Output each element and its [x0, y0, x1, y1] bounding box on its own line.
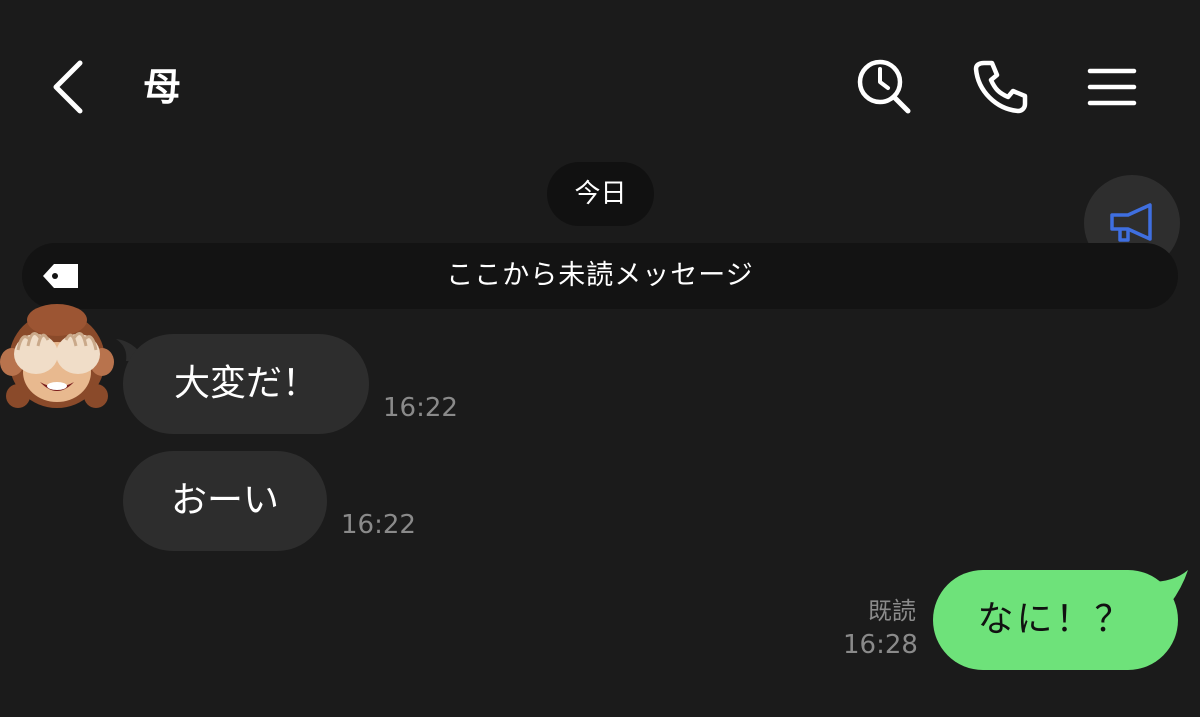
menu-icon [1087, 68, 1137, 106]
chat-title: 母 [143, 65, 182, 109]
message-bubble-incoming[interactable]: 大変だ！ [123, 334, 369, 434]
chat-screen: 母 今日 ここから未読メッセージ 大変だ！ 16:22 おーい 16:22 既読… [0, 0, 1200, 717]
chat-header: 母 [0, 0, 1200, 150]
phone-icon [973, 60, 1028, 114]
search-history-icon [857, 59, 911, 114]
message-time: 16:28 [843, 630, 918, 660]
back-button[interactable] [40, 55, 100, 119]
unread-divider: ここから未読メッセージ [22, 243, 1178, 309]
date-divider: 今日 [547, 162, 654, 226]
contact-avatar[interactable] [0, 300, 115, 415]
search-history-button[interactable] [852, 55, 916, 119]
menu-button[interactable] [1080, 55, 1144, 119]
message-time: 16:22 [341, 510, 416, 540]
unread-divider-label: ここから未読メッセージ [446, 260, 754, 291]
read-receipt: 既読 [868, 597, 916, 625]
megaphone-icon [1110, 203, 1152, 242]
call-button[interactable] [968, 55, 1032, 119]
message-bubble-outgoing[interactable]: なに！？ [933, 570, 1178, 670]
message-bubble-incoming[interactable]: おーい [123, 451, 327, 551]
see-no-evil-monkey-icon [0, 304, 114, 408]
message-time: 16:22 [383, 393, 458, 423]
chevron-left-icon [53, 60, 83, 114]
